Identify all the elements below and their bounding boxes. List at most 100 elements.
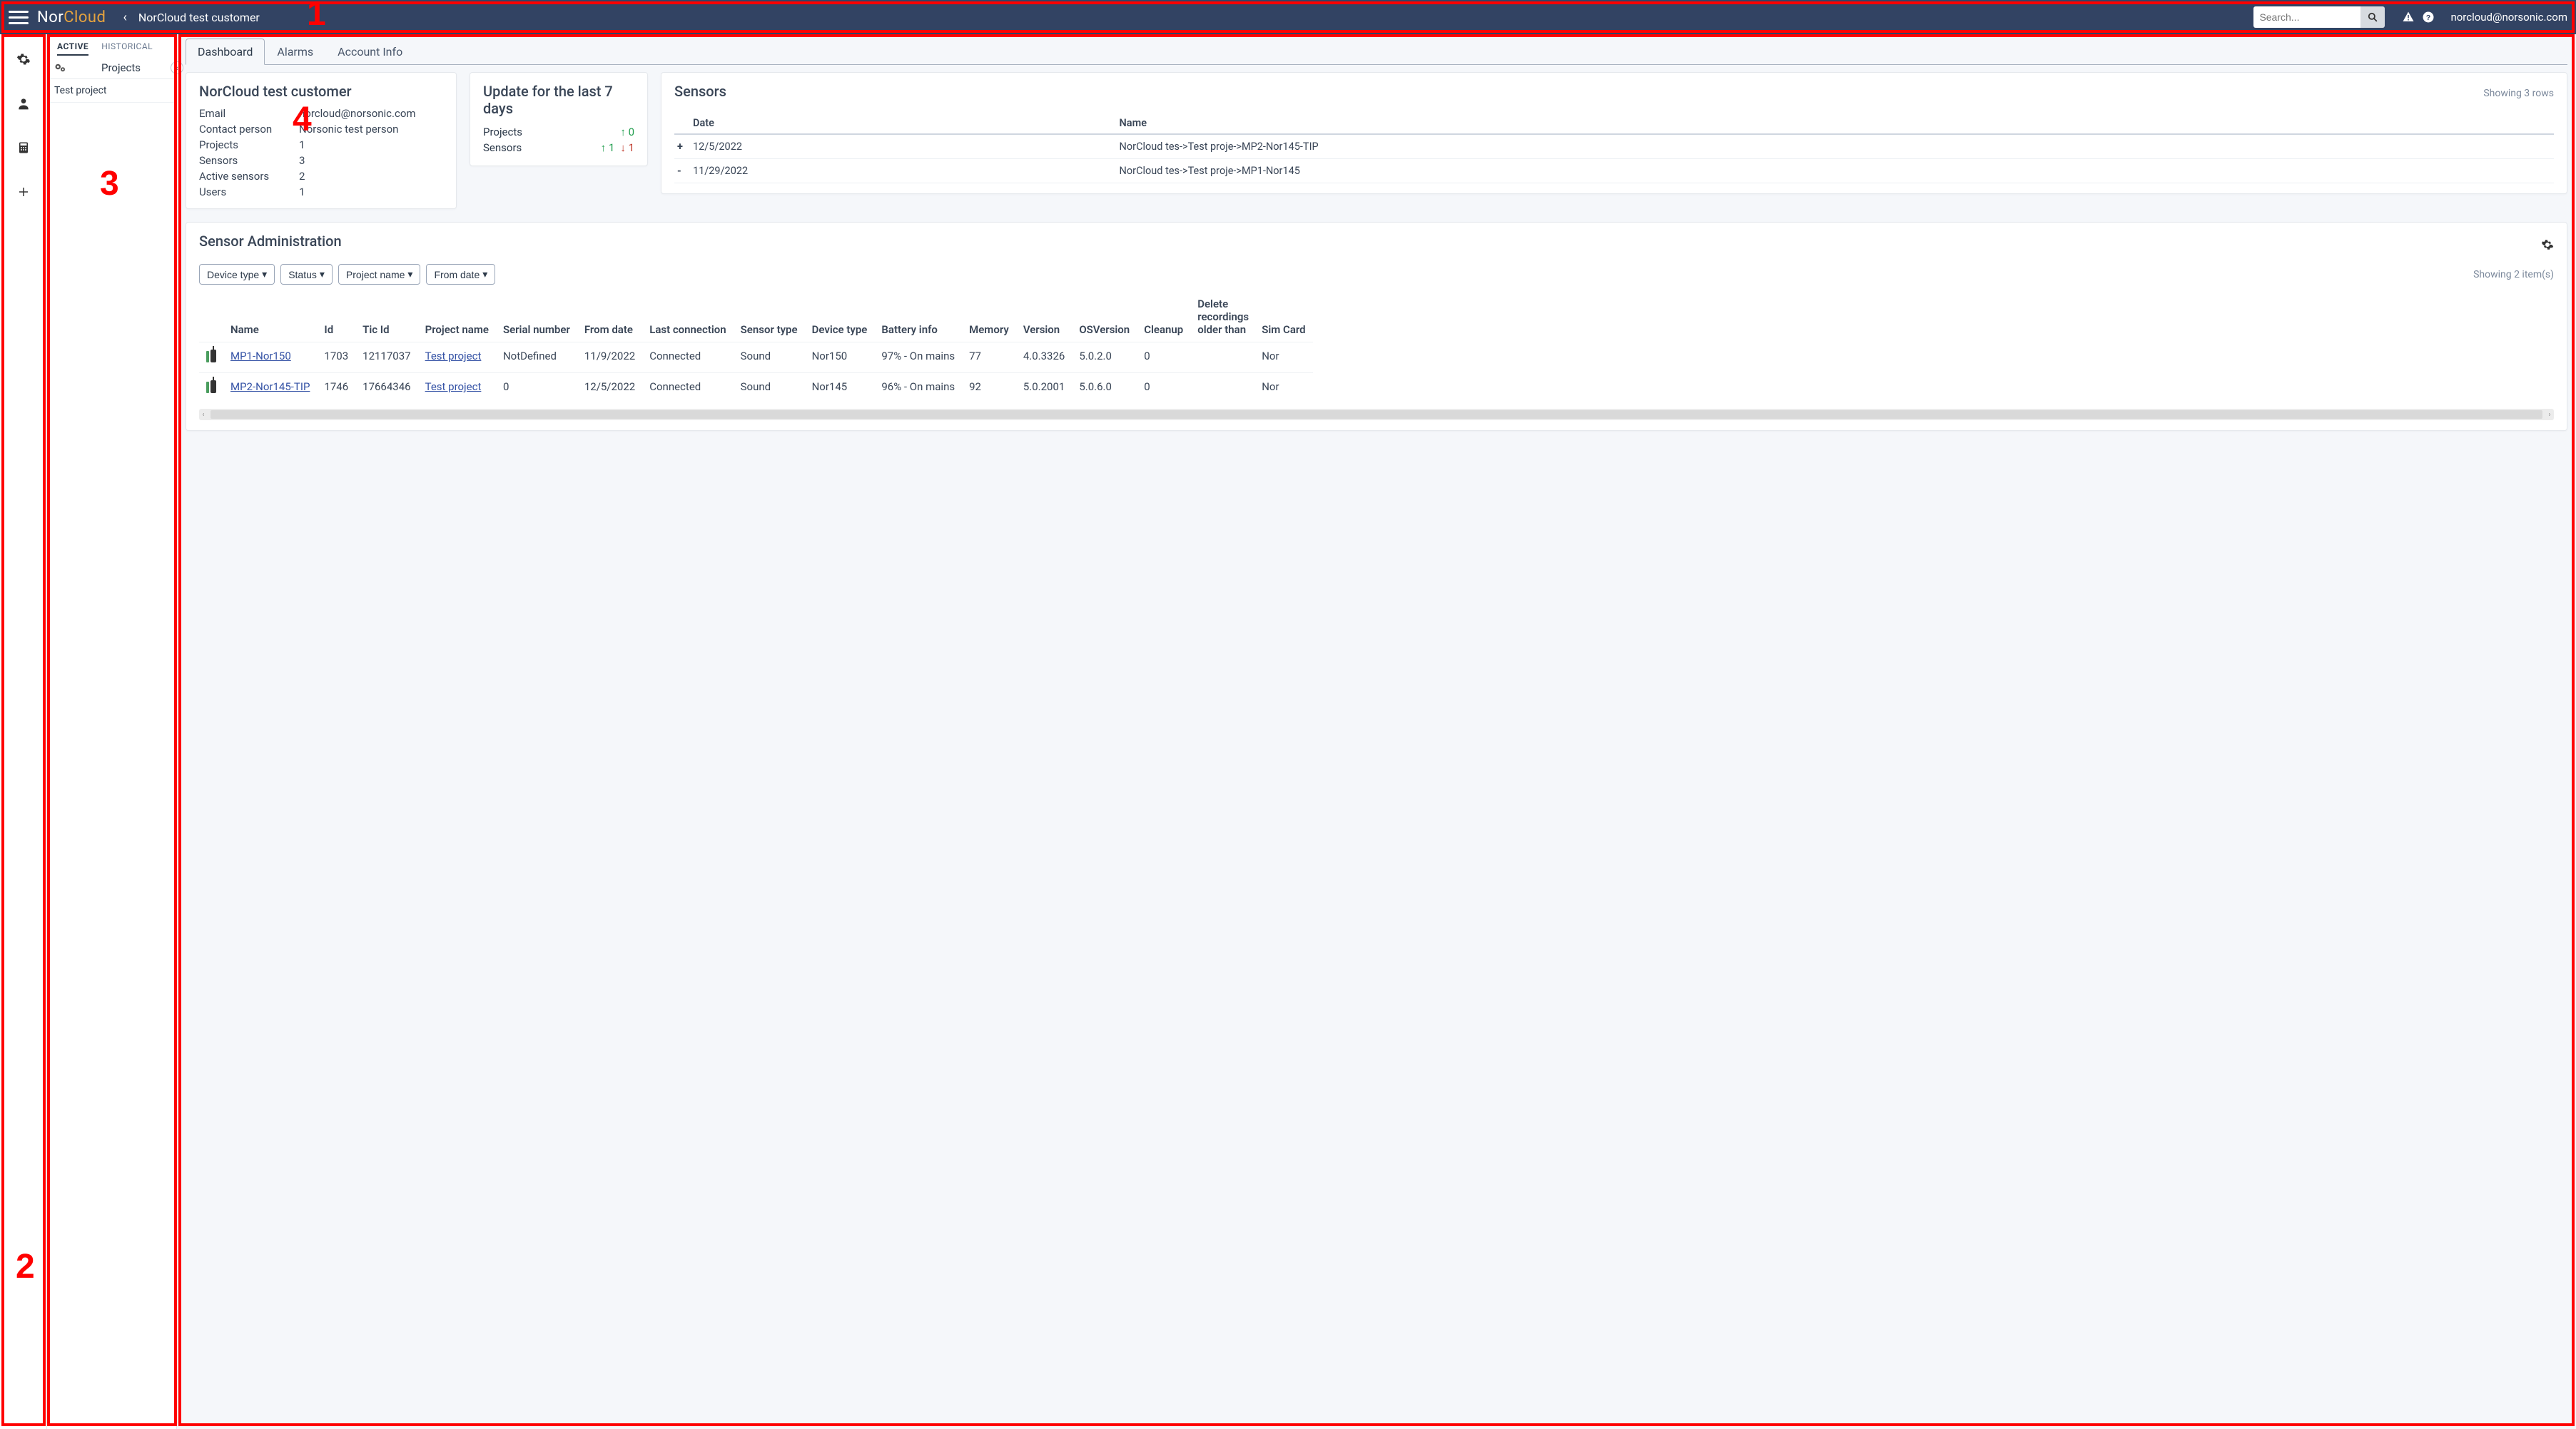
project-link[interactable]: Test project: [425, 380, 482, 393]
customer-email-label: Email: [199, 107, 299, 120]
col-serial: Serial number: [496, 292, 577, 342]
user-email[interactable]: norcloud@norsonic.com: [2450, 11, 2567, 24]
sensor-name-link[interactable]: MP1-Nor150: [230, 350, 291, 362]
col-dtype: Device type: [805, 292, 875, 342]
main-tabs: Dashboard Alarms Account Info: [186, 39, 2567, 65]
chevron-down-icon: ▾: [320, 268, 325, 280]
search-button[interactable]: [2361, 6, 2385, 28]
device-icon: [206, 380, 216, 393]
side-collapse-toggle[interactable]: ‹: [171, 61, 183, 74]
update-projects-label: Projects: [483, 126, 522, 138]
col-project: Project name: [418, 292, 496, 342]
col-name: Name: [223, 292, 317, 342]
breadcrumb[interactable]: NorCloud test customer: [138, 11, 260, 24]
search-icon: [2368, 12, 2378, 22]
update-card: Update for the last 7 days Projects ↑ 0 …: [470, 72, 648, 166]
side-tab-active[interactable]: ACTIVE: [57, 41, 88, 56]
col-lastconn: Last connection: [642, 292, 733, 342]
alert-icon[interactable]: [2402, 11, 2415, 24]
tab-account-info[interactable]: Account Info: [325, 39, 415, 65]
customer-card-title: NorCloud test customer: [199, 83, 443, 100]
rail-calculator[interactable]: [11, 136, 36, 160]
brand-nor: Nor: [37, 9, 64, 26]
update-sensors-label: Sensors: [483, 141, 522, 154]
search-box: [2253, 6, 2385, 28]
side-tab-historical[interactable]: HISTORICAL: [101, 41, 153, 56]
customer-active-sensors-value: 2: [299, 170, 443, 183]
col-battery: Battery info: [874, 292, 962, 342]
brand-cloud: Cloud: [64, 9, 106, 26]
customer-contact-value: Norsonic test person: [299, 123, 443, 136]
filter-device-type[interactable]: Device type ▾: [199, 264, 275, 285]
col-osversion: OSVersion: [1072, 292, 1137, 342]
side-panel: ACTIVE HISTORICAL Projects ‹ Test projec…: [47, 34, 177, 1429]
sidebar-item-project[interactable]: Test project: [47, 79, 176, 103]
customer-projects-label: Projects: [199, 138, 299, 151]
rail-user[interactable]: [11, 91, 36, 116]
main-content: Dashboard Alarms Account Info NorCloud t…: [177, 34, 2576, 1429]
breadcrumb-back-icon[interactable]: ‹: [123, 10, 126, 25]
arrow-down-icon: ↓ 1: [620, 141, 634, 154]
tab-alarms[interactable]: Alarms: [265, 39, 325, 65]
customer-users-value: 1: [299, 185, 443, 198]
filter-from-date[interactable]: From date ▾: [426, 264, 495, 285]
hamburger-icon[interactable]: [9, 7, 29, 27]
icon-rail: [0, 34, 47, 1429]
col-memory: Memory: [962, 292, 1016, 342]
chevron-down-icon: ▾: [407, 268, 412, 280]
sensors-col-name: Name: [1117, 113, 2554, 134]
search-input[interactable]: [2253, 6, 2361, 28]
calculator-icon: [17, 141, 30, 155]
table-row: MP2-Nor145-TIP 1746 17664346 Test projec…: [199, 373, 1313, 404]
col-stype: Sensor type: [734, 292, 805, 342]
customer-email-value: norcloud@norsonic.com: [299, 107, 443, 120]
update-card-title: Update for the last 7 days: [483, 83, 634, 117]
svg-text:?: ?: [2426, 14, 2430, 22]
sensor-admin-card: Sensor Administration Device type ▾ Stat…: [186, 222, 2567, 431]
project-link[interactable]: Test project: [425, 350, 482, 362]
double-gear-icon[interactable]: [54, 63, 67, 73]
plus-icon: +: [674, 134, 690, 159]
plus-icon: [17, 185, 30, 198]
col-cleanup: Cleanup: [1137, 292, 1190, 342]
customer-users-label: Users: [199, 185, 299, 198]
user-icon: [16, 96, 31, 111]
customer-projects-value: 1: [299, 138, 443, 151]
gear-icon[interactable]: [2541, 238, 2554, 251]
rail-settings[interactable]: [11, 47, 36, 71]
customer-contact-label: Contact person: [199, 123, 299, 136]
sensor-name-link[interactable]: MP2-Nor145-TIP: [230, 380, 310, 393]
col-sim: Sim Card: [1254, 292, 1312, 342]
sensors-card: Sensors Showing 3 rows Date Name + 12/5/…: [661, 72, 2567, 194]
brand-logo[interactable]: NorCloud: [37, 9, 106, 26]
device-icon: [206, 350, 216, 362]
minus-icon: -: [674, 159, 690, 183]
horizontal-scrollbar[interactable]: ‹›: [199, 409, 2554, 420]
filter-project-name[interactable]: Project name ▾: [338, 264, 421, 285]
side-section-label: Projects: [73, 61, 169, 74]
sensor-admin-title: Sensor Administration: [199, 233, 342, 250]
admin-showing: Showing 2 item(s): [2473, 269, 2554, 280]
customer-sensors-label: Sensors: [199, 154, 299, 167]
sensor-admin-table: Name Id Tic Id Project name Serial numbe…: [199, 292, 1313, 403]
arrow-up-icon: ↑ 0: [620, 126, 634, 138]
col-from: From date: [577, 292, 642, 342]
sensor-row: - 11/29/2022 NorCloud tes->Test proje->M…: [674, 159, 2554, 183]
help-icon[interactable]: ?: [2422, 11, 2435, 24]
col-id: Id: [317, 292, 355, 342]
sensors-col-date: Date: [690, 113, 1117, 134]
col-delete: Delete recordings older than: [1190, 292, 1254, 342]
col-ticid: Tic Id: [355, 292, 417, 342]
sensor-row: + 12/5/2022 NorCloud tes->Test proje->MP…: [674, 134, 2554, 159]
customer-sensors-value: 3: [299, 154, 443, 167]
filter-status[interactable]: Status ▾: [280, 264, 333, 285]
table-row: MP1-Nor150 1703 12117037 Test project No…: [199, 342, 1313, 373]
customer-active-sensors-label: Active sensors: [199, 170, 299, 183]
customer-card: NorCloud test customer Email norcloud@no…: [186, 72, 457, 209]
rail-add[interactable]: [11, 180, 36, 204]
top-bar: NorCloud ‹ NorCloud test customer ? norc…: [0, 0, 2576, 34]
arrow-up-icon: ↑ 1: [601, 141, 615, 154]
tab-dashboard[interactable]: Dashboard: [186, 39, 265, 65]
gear-icon: [16, 52, 31, 66]
chevron-down-icon: ▾: [482, 268, 487, 280]
